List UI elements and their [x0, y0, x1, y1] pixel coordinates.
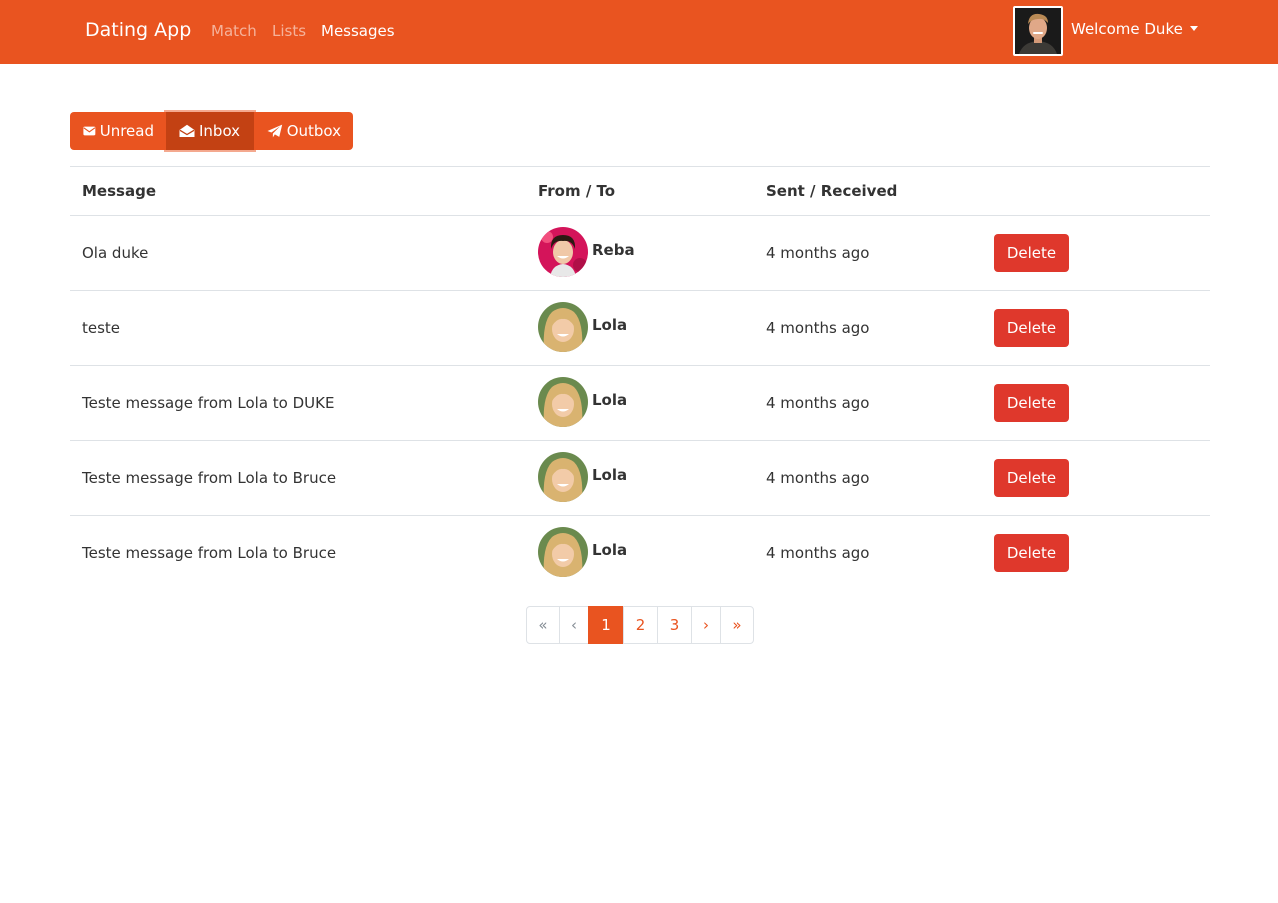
message-text: Ola duke: [70, 215, 526, 291]
message-text: teste: [70, 290, 526, 366]
from-cell: Reba: [526, 215, 754, 291]
tab-unread[interactable]: Unread: [70, 112, 166, 150]
messages-table: Message From / To Sent / Received Ola du…: [70, 166, 1210, 591]
header-actions: [982, 166, 1210, 216]
action-cell: Delete: [982, 440, 1210, 516]
avatar-reba: [538, 227, 588, 277]
avatar-lola: [538, 302, 588, 352]
from-name: Lola: [592, 391, 628, 409]
avatar-lola: [538, 377, 588, 427]
table-row[interactable]: Ola duke Reba 4 months ago Delete: [70, 215, 1210, 291]
delete-button[interactable]: Delete: [994, 234, 1069, 272]
from-cell: Lola: [526, 290, 754, 366]
paper-plane-icon: [267, 124, 283, 138]
from-name: Lola: [592, 316, 628, 334]
user-avatar: [1013, 6, 1063, 56]
nav-link-match[interactable]: Match: [211, 22, 257, 40]
tab-outbox[interactable]: Outbox: [254, 112, 353, 150]
message-filter-group: Unread Inbox Outbox: [70, 112, 353, 150]
header-sent-received: Sent / Received: [754, 166, 982, 216]
nav-link-lists[interactable]: Lists: [272, 22, 306, 40]
tab-unread-label: Unread: [99, 122, 154, 140]
from-cell: Lola: [526, 516, 754, 591]
avatar-lola: [538, 452, 588, 502]
tab-outbox-label: Outbox: [286, 122, 341, 140]
welcome-text: Welcome Duke: [1071, 20, 1183, 38]
table-row[interactable]: Teste message from Lola to DUKE Lola 4 m…: [70, 365, 1210, 441]
table-row[interactable]: Teste message from Lola to Bruce Lola 4 …: [70, 516, 1210, 591]
page-2[interactable]: 2: [623, 606, 658, 644]
action-cell: Delete: [982, 516, 1210, 591]
from-name: Lola: [592, 541, 628, 560]
sent-time: 4 months ago: [754, 290, 982, 366]
envelope-open-icon: [179, 124, 195, 137]
page-3[interactable]: 3: [657, 606, 692, 644]
delete-button[interactable]: Delete: [994, 309, 1069, 347]
table-row[interactable]: Teste message from Lola to Bruce Lola 4 …: [70, 440, 1210, 516]
action-cell: Delete: [982, 365, 1210, 441]
page-first[interactable]: «: [526, 606, 560, 644]
from-name: Reba: [592, 241, 635, 259]
action-cell: Delete: [982, 290, 1210, 366]
page-next[interactable]: ›: [691, 606, 721, 644]
delete-button[interactable]: Delete: [994, 534, 1069, 573]
from-cell: Lola: [526, 365, 754, 441]
delete-button[interactable]: Delete: [994, 384, 1069, 422]
action-cell: Delete: [982, 215, 1210, 291]
page-prev[interactable]: ‹: [559, 606, 589, 644]
message-text: Teste message from Lola to Bruce: [70, 440, 526, 516]
avatar-lola: [538, 527, 588, 578]
pagination: « ‹ 1 2 3 › »: [526, 606, 754, 644]
sent-time: 4 months ago: [766, 544, 870, 563]
header-from-to: From / To: [526, 166, 754, 216]
delete-button[interactable]: Delete: [994, 459, 1069, 497]
from-cell: Lola: [526, 440, 754, 516]
sent-time: 4 months ago: [754, 215, 982, 291]
message-text: Teste message from Lola to Bruce: [82, 544, 337, 563]
table-row[interactable]: teste Lola 4 months ago Delete: [70, 290, 1210, 366]
sent-time: 4 months ago: [754, 365, 982, 441]
brand-link[interactable]: Dating App: [85, 19, 191, 41]
table-header-row: Message From / To Sent / Received: [70, 166, 1210, 216]
page-1[interactable]: 1: [588, 606, 624, 644]
page-last[interactable]: »: [720, 606, 754, 644]
user-menu-toggle[interactable]: Welcome Duke: [1071, 20, 1198, 38]
caret-down-icon: [1189, 26, 1198, 31]
message-text: Teste message from Lola to DUKE: [70, 365, 526, 441]
navbar: Dating App Match Lists Messages Welcome …: [0, 0, 1278, 64]
envelope-icon: [83, 126, 96, 136]
tab-inbox-label: Inbox: [199, 122, 241, 140]
nav-link-messages[interactable]: Messages: [321, 22, 395, 40]
tab-inbox[interactable]: Inbox: [166, 112, 254, 150]
from-name: Lola: [592, 466, 628, 484]
sent-time: 4 months ago: [754, 440, 982, 516]
header-message: Message: [70, 166, 526, 216]
